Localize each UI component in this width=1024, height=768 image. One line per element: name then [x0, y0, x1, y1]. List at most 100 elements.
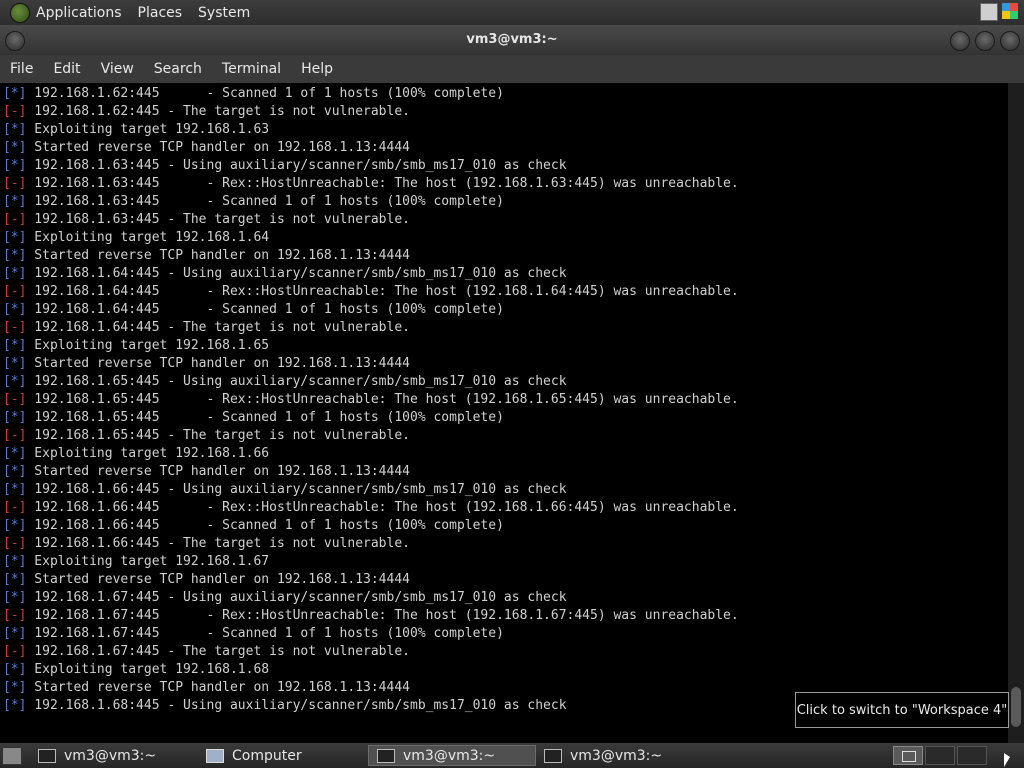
error-tag: [-] [3, 500, 27, 515]
terminal-line: [*] 192.168.1.67:445 - Scanned 1 of 1 ho… [3, 625, 1008, 643]
menu-search[interactable]: Search [144, 61, 212, 77]
menu-help[interactable]: Help [291, 61, 343, 77]
computer-icon [206, 748, 224, 763]
taskbar-item-terminal-3[interactable]: vm3@vm3:~ [536, 745, 701, 766]
scrollbar-thumb[interactable] [1011, 687, 1021, 727]
minimize-icon[interactable] [950, 31, 970, 51]
terminal-line-text: 192.168.1.65:445 - Scanned 1 of 1 hosts … [26, 410, 504, 425]
terminal-line: [*] Started reverse TCP handler on 192.1… [3, 355, 1008, 373]
info-tag: [*] [3, 248, 27, 263]
close-icon[interactable] [1000, 31, 1020, 51]
menu-file[interactable]: File [0, 61, 43, 77]
error-tag: [-] [3, 608, 27, 623]
terminal-icon [377, 748, 395, 763]
terminal-line-text: Exploiting target 192.168.1.66 [26, 446, 270, 461]
terminal-line-text: Started reverse TCP handler on 192.168.1… [26, 356, 410, 371]
terminal-line: [*] Exploiting target 192.168.1.67 [3, 553, 1008, 571]
bottom-panel: vm3@vm3:~ Computer vm3@vm3:~ vm3@vm3:~ [0, 743, 1024, 768]
info-tag: [*] [3, 482, 27, 497]
system-menu[interactable]: System [198, 5, 250, 21]
menu-view[interactable]: View [91, 61, 144, 77]
distro-logo-icon[interactable] [10, 2, 30, 23]
info-tag: [*] [3, 356, 27, 371]
terminal-line: [-] 192.168.1.65:445 - The target is not… [3, 427, 1008, 445]
window-titlebar[interactable]: vm3@vm3:~ [0, 25, 1024, 55]
terminal-line: [*] 192.168.1.65:445 - Using auxiliary/s… [3, 373, 1008, 391]
windows-flag-icon[interactable] [1002, 3, 1018, 19]
error-tag: [-] [3, 284, 27, 299]
terminal-line-text: 192.168.1.64:445 - Scanned 1 of 1 hosts … [26, 302, 504, 317]
terminal-line: [*] Started reverse TCP handler on 192.1… [3, 571, 1008, 589]
terminal-line-text: 192.168.1.64:445 - The target is not vul… [26, 320, 410, 335]
info-tag: [*] [3, 590, 27, 605]
terminal-line-text: Exploiting target 192.168.1.65 [26, 338, 270, 353]
terminal-line: [*] Exploiting target 192.168.1.64 [3, 229, 1008, 247]
terminal-icon [38, 748, 56, 763]
terminal-line: [*] Exploiting target 192.168.1.68 [3, 661, 1008, 679]
info-tag: [*] [3, 158, 27, 173]
menu-terminal[interactable]: Terminal [212, 61, 291, 77]
top-panel: Applications Places System [0, 0, 1024, 25]
taskbar-item-label: vm3@vm3:~ [403, 747, 496, 764]
terminal-line: [-] 192.168.1.65:445 - Rex::HostUnreacha… [3, 391, 1008, 409]
terminal-line-text: Exploiting target 192.168.1.64 [26, 230, 270, 245]
show-desktop-icon[interactable] [2, 747, 22, 765]
terminal-line: [*] Exploiting target 192.168.1.65 [3, 337, 1008, 355]
terminal-line: [*] 192.168.1.66:445 - Using auxiliary/s… [3, 481, 1008, 499]
error-tag: [-] [3, 428, 27, 443]
error-tag: [-] [3, 176, 27, 191]
terminal-line-text: 192.168.1.63:445 - Scanned 1 of 1 hosts … [26, 194, 504, 209]
window-title: vm3@vm3:~ [466, 32, 558, 47]
terminal-line: [-] 192.168.1.62:445 - The target is not… [3, 103, 1008, 121]
error-tag: [-] [3, 212, 27, 227]
terminal-line-text: 192.168.1.63:445 - Rex::HostUnreachable:… [26, 176, 739, 191]
info-tag: [*] [3, 680, 27, 695]
terminal-line-text: 192.168.1.67:445 - Rex::HostUnreachable:… [26, 608, 739, 623]
terminal-scrollbar[interactable] [1008, 83, 1024, 743]
info-tag: [*] [3, 374, 27, 389]
info-tag: [*] [3, 140, 27, 155]
terminal-line-text: 192.168.1.67:445 - The target is not vul… [26, 644, 410, 659]
terminal-line-text: Started reverse TCP handler on 192.168.1… [26, 572, 410, 587]
maximize-icon[interactable] [975, 31, 995, 51]
taskbar-item-terminal-2[interactable]: vm3@vm3:~ [368, 745, 536, 766]
workspace-3-button[interactable] [893, 746, 923, 765]
info-tag: [*] [3, 572, 27, 587]
workspace-extra-button[interactable] [957, 746, 987, 765]
taskbar-item-terminal-1[interactable]: vm3@vm3:~ [30, 745, 195, 766]
info-tag: [*] [3, 230, 27, 245]
terminal-line: [-] 192.168.1.67:445 - Rex::HostUnreacha… [3, 607, 1008, 625]
info-tag: [*] [3, 518, 27, 533]
info-tag: [*] [3, 194, 27, 209]
terminal-output[interactable]: [*] 192.168.1.62:445 - Scanned 1 of 1 ho… [0, 83, 1008, 743]
terminal-line-text: 192.168.1.64:445 - Using auxiliary/scann… [26, 266, 567, 281]
terminal-line-text: 192.168.1.66:445 - The target is not vul… [26, 536, 410, 551]
info-tag: [*] [3, 266, 27, 281]
terminal-line: [-] 192.168.1.66:445 - Rex::HostUnreacha… [3, 499, 1008, 517]
error-tag: [-] [3, 104, 27, 119]
taskbar-item-label: vm3@vm3:~ [64, 747, 157, 764]
terminal-line-text: 192.168.1.63:445 - Using auxiliary/scann… [26, 158, 567, 173]
terminal-window: vm3@vm3:~ File Edit View Search Terminal… [0, 25, 1024, 743]
terminal-line: [*] 192.168.1.66:445 - Scanned 1 of 1 ho… [3, 517, 1008, 535]
applications-menu[interactable]: Applications [36, 5, 122, 21]
workspace-4-button[interactable] [925, 746, 955, 765]
info-tag: [*] [3, 122, 27, 137]
taskbar-item-computer[interactable]: Computer [198, 745, 363, 766]
terminal-line-text: 192.168.1.65:445 - Rex::HostUnreachable:… [26, 392, 739, 407]
terminal-line: [*] Started reverse TCP handler on 192.1… [3, 247, 1008, 265]
screenshot-icon[interactable] [980, 3, 998, 21]
info-tag: [*] [3, 698, 27, 713]
terminal-line-text: 192.168.1.65:445 - Using auxiliary/scann… [26, 374, 567, 389]
terminal-line-text: 192.168.1.66:445 - Rex::HostUnreachable:… [26, 500, 739, 515]
terminal-line: [-] 192.168.1.63:445 - The target is not… [3, 211, 1008, 229]
menu-edit[interactable]: Edit [43, 61, 90, 77]
terminal-line: [*] Started reverse TCP handler on 192.1… [3, 139, 1008, 157]
terminal-line-text: 192.168.1.63:445 - The target is not vul… [26, 212, 410, 227]
places-menu[interactable]: Places [138, 5, 183, 21]
error-tag: [-] [3, 644, 27, 659]
terminal-line: [*] Started reverse TCP handler on 192.1… [3, 463, 1008, 481]
info-tag: [*] [3, 338, 27, 353]
terminal-line-text: 192.168.1.68:445 - Using auxiliary/scann… [26, 698, 567, 713]
taskbar-item-label: vm3@vm3:~ [570, 747, 663, 764]
